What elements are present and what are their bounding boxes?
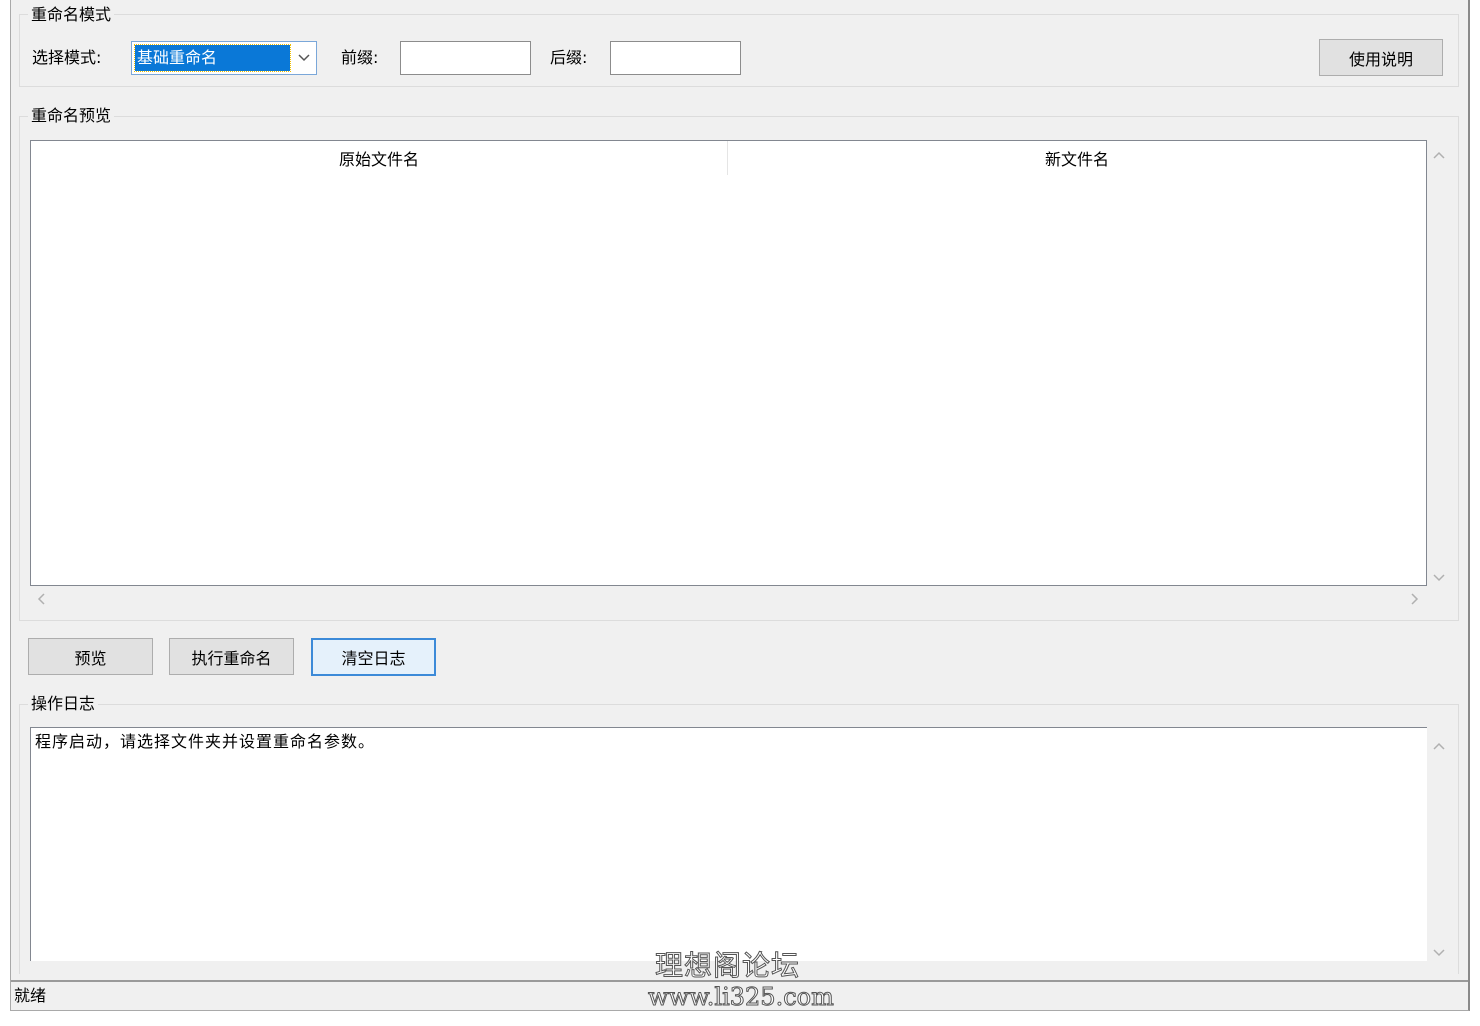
chevron-down-icon[interactable] [292,42,316,74]
watermark-url: www.li325.com [648,983,835,1012]
rename-preview-group-title: 重命名预览 [28,106,115,126]
chevron-up-icon[interactable] [1433,146,1445,162]
prefix-label: 前缀: [341,48,379,67]
preview-button[interactable]: 预览 [28,638,153,675]
status-text: 就绪 [14,986,47,1005]
suffix-label: 后缀: [550,48,588,67]
operation-log-textarea[interactable]: 程序启动，请选择文件夹并设置重命名参数。 [30,727,1427,961]
select-mode-label: 选择模式: [32,48,102,67]
rename-mode-group-title: 重命名模式 [28,5,115,25]
clear-log-button[interactable]: 清空日志 [311,638,436,676]
chevron-left-icon[interactable] [37,592,45,608]
chevron-right-icon[interactable] [1411,592,1419,608]
column-header-original-name[interactable]: 原始文件名 [31,141,727,175]
chevron-down-icon[interactable] [1433,944,1445,960]
operation-log-group-title: 操作日志 [28,694,99,714]
mode-select-value: 基础重命名 [134,44,291,72]
column-header-new-name[interactable]: 新文件名 [728,141,1426,175]
chevron-down-icon[interactable] [1433,569,1445,585]
suffix-input[interactable] [610,41,741,75]
help-button[interactable]: 使用说明 [1319,39,1443,76]
chevron-up-icon[interactable] [1433,737,1445,753]
rename-preview-list[interactable]: 原始文件名 新文件名 [30,140,1427,586]
prefix-input[interactable] [400,41,531,75]
mode-select[interactable]: 基础重命名 [131,41,317,75]
execute-rename-button[interactable]: 执行重命名 [169,638,294,675]
main-window: 重命名模式 选择模式: 基础重命名 前缀: 后缀: 使用说明 重命名预览 原始文… [10,0,1470,1011]
watermark-title: 理想阁论坛 [654,949,801,983]
log-text: 程序启动，请选择文件夹并设置重命名参数。 [35,732,376,751]
